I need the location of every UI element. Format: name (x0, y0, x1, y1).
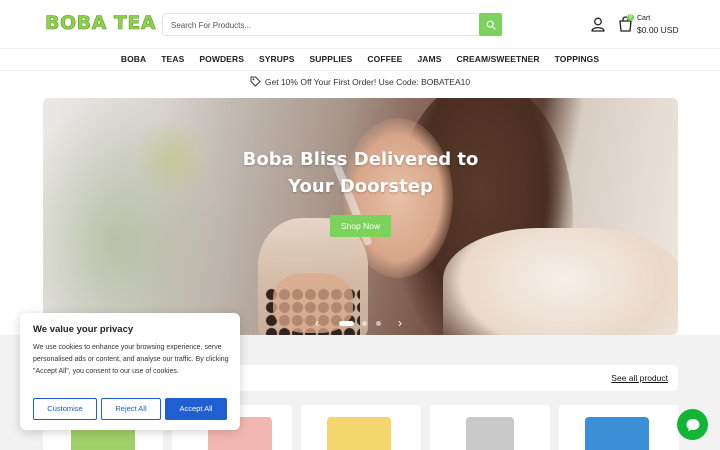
site-header: BOBA TEA+ 0 Cart $0.00 USD (0, 0, 720, 48)
promo-text: Get 10% Off Your First Order! Use Code: … (264, 76, 471, 87)
chat-button[interactable] (677, 409, 708, 440)
cart-count-badge: 0 (627, 14, 634, 21)
user-icon[interactable] (591, 17, 605, 32)
reject-all-button[interactable]: Reject All (101, 398, 161, 420)
cookie-consent-banner: We value your privacy We use cookies to … (20, 313, 240, 430)
slide-dot-3[interactable] (376, 321, 381, 326)
nav-item-syrups[interactable]: SYRUPS (251, 49, 302, 72)
product-card[interactable] (559, 405, 679, 450)
nav-item-cream-sweetner[interactable]: CREAM/SWEETNER (449, 49, 547, 72)
tag-icon (250, 76, 261, 87)
nav-list: BOBA TEAS POWDERS SYRUPS SUPPLIES COFFEE… (0, 49, 720, 72)
nav-item-coffee[interactable]: COFFEE (360, 49, 410, 72)
cart-label: Cart (637, 15, 651, 22)
cookie-text: We use cookies to enhance your browsing … (33, 344, 229, 375)
promo-bar: Get 10% Off Your First Order! Use Code: … (0, 76, 720, 94)
product-image (327, 417, 391, 450)
accept-all-button[interactable]: Accept All (165, 398, 227, 420)
cart-amount: $0.00 USD (637, 25, 679, 35)
hero-background-highlight (133, 118, 213, 198)
hero-image-shirt (443, 228, 678, 335)
customise-button[interactable]: Customise (33, 398, 97, 420)
product-card[interactable] (301, 405, 421, 450)
next-slide-arrow[interactable]: › (398, 317, 402, 329)
logo[interactable]: BOBA TEA+ (45, 12, 177, 35)
nav-item-powders[interactable]: POWDERS (192, 49, 252, 72)
slide-dot-2[interactable] (362, 321, 367, 326)
hero-title: Boba Bliss Delivered to Your Doorstep (242, 149, 479, 197)
product-image (466, 417, 514, 450)
product-card[interactable] (430, 405, 550, 450)
nav-item-supplies[interactable]: SUPPLIES (302, 49, 360, 72)
nav-item-toppings[interactable]: TOPPINGS (547, 49, 607, 72)
shop-now-button[interactable]: Shop Now (330, 215, 391, 237)
products-header: See all product (236, 365, 678, 391)
chat-icon (686, 418, 699, 431)
prev-slide-arrow[interactable]: ‹ (315, 317, 319, 329)
nav-item-boba[interactable]: BOBA (113, 49, 153, 72)
main-nav: BOBA TEAS POWDERS SYRUPS SUPPLIES COFFEE… (0, 48, 720, 71)
search-bar (162, 13, 502, 36)
nav-item-jams[interactable]: JAMS (410, 49, 449, 72)
cart-button[interactable]: 0 Cart $0.00 USD (618, 14, 688, 38)
search-icon (486, 20, 496, 30)
slide-dot-1[interactable] (339, 321, 354, 326)
see-all-link[interactable]: See all product (611, 373, 668, 383)
cookie-title: We value your privacy (33, 324, 134, 335)
logo-text: BOBA TEA (45, 12, 157, 35)
search-button[interactable] (479, 13, 502, 36)
hero-banner: Boba Bliss Delivered to Your Doorstep Sh… (43, 98, 678, 335)
nav-item-teas[interactable]: TEAS (154, 49, 192, 72)
product-image (585, 417, 649, 450)
search-input[interactable] (171, 17, 471, 33)
